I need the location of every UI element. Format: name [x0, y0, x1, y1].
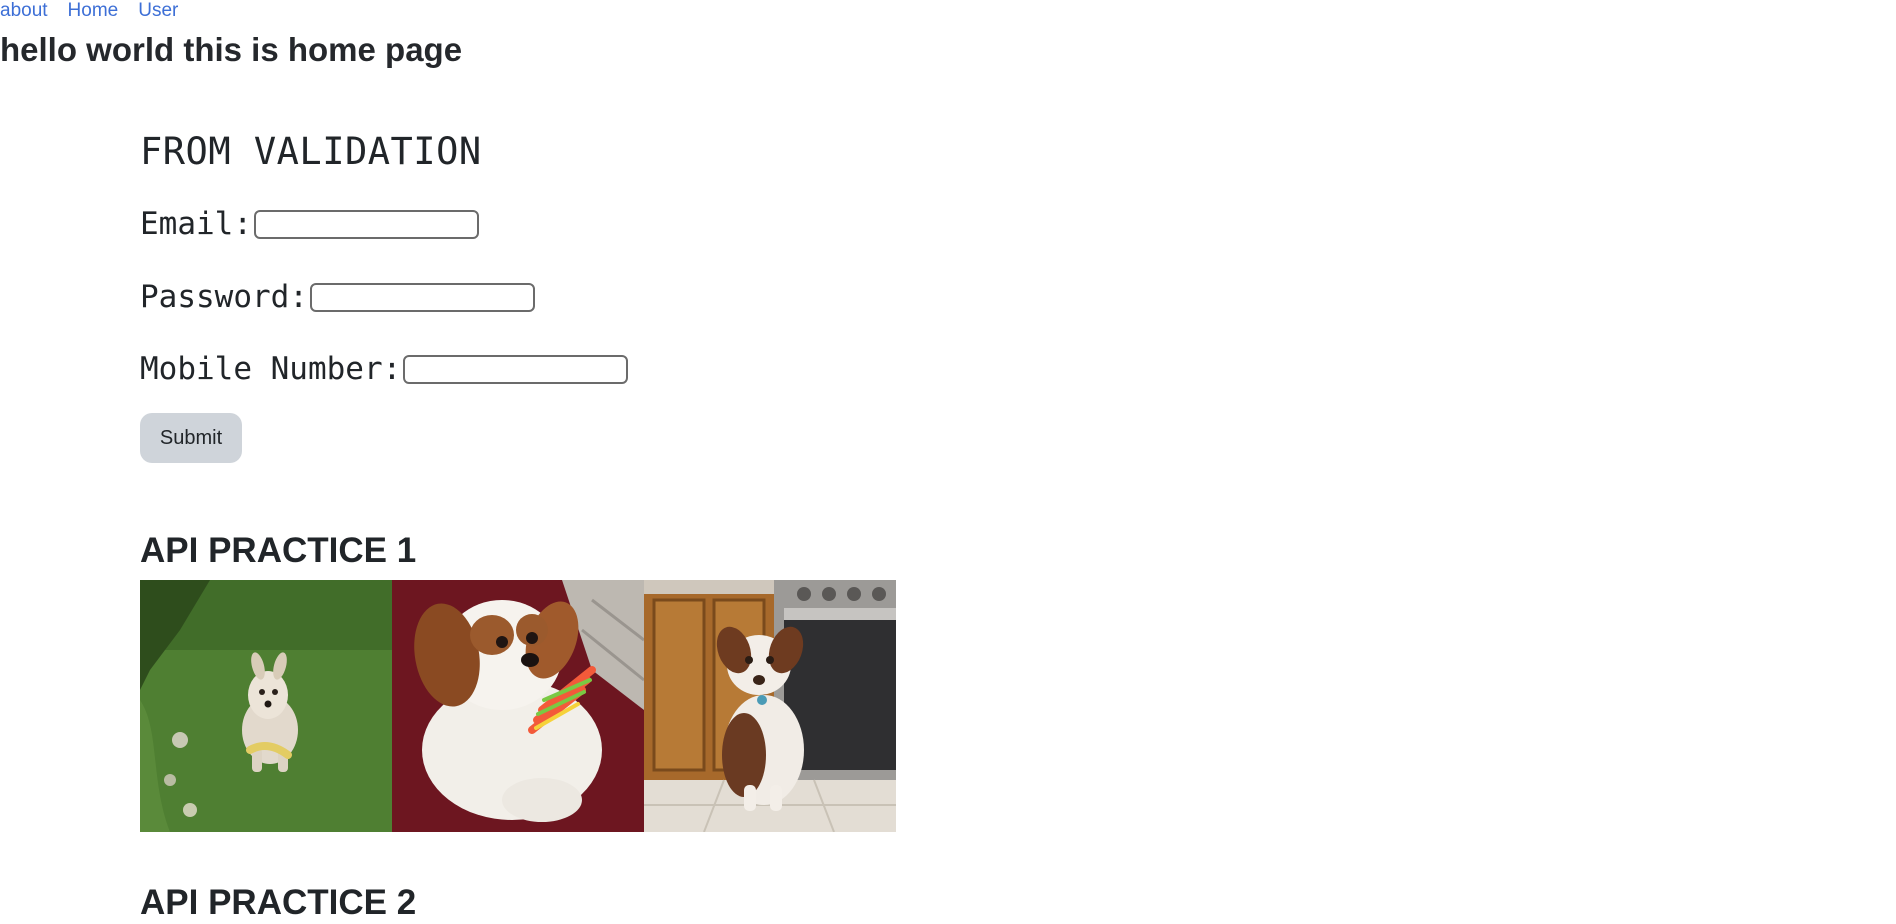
dog-image-gallery [140, 580, 896, 832]
dog-image-1 [140, 580, 392, 832]
password-input[interactable] [309, 282, 535, 312]
password-row: Password: [140, 278, 535, 316]
nav-link-user[interactable]: User [138, 0, 178, 22]
submit-button[interactable]: Submit [140, 413, 242, 463]
email-input[interactable] [253, 209, 479, 239]
top-nav: about Home User [0, 0, 178, 22]
api-practice-2-heading: API PRACTICE 2 [140, 883, 417, 922]
mobile-number-label: Mobile Number: [140, 351, 402, 387]
password-label: Password: [140, 279, 308, 315]
mobile-number-input[interactable] [403, 354, 629, 384]
mobile-number-row: Mobile Number: [140, 350, 629, 388]
dog-image-3 [644, 580, 896, 832]
email-label: Email: [140, 206, 252, 242]
nav-link-about[interactable]: about [0, 0, 48, 22]
nav-link-home[interactable]: Home [68, 0, 119, 22]
api-practice-1-heading: API PRACTICE 1 [140, 531, 417, 570]
dog-photo-australian-shepherd-in-kitchen [644, 580, 896, 832]
dog-photo-terrier-on-grass [140, 580, 392, 832]
dog-photo-cavalier-spaniel-with-toy [392, 580, 644, 832]
email-row: Email: [140, 205, 479, 243]
form-heading: FROM VALIDATION [140, 130, 482, 173]
dog-image-2 [392, 580, 644, 832]
page-title: hello world this is home page [0, 31, 463, 68]
